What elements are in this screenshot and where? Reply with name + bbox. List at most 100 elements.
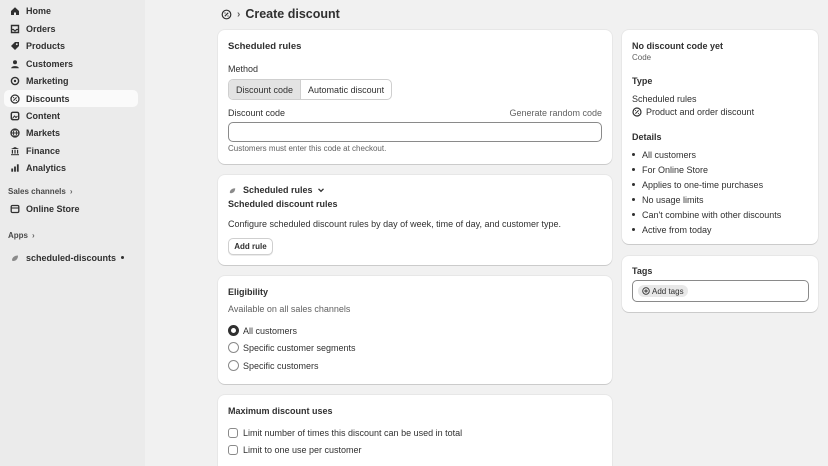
bullet-icon (632, 228, 635, 231)
page-title: Create discount (245, 7, 340, 21)
home-icon (10, 6, 20, 16)
sales-channels-label: Sales channels (8, 187, 66, 196)
orders-icon (10, 24, 20, 34)
page-title-bar: › Create discount (221, 6, 340, 22)
method-option-discount-code[interactable]: Discount code (229, 80, 302, 99)
app-block-description: Configure scheduled discount rules by da… (228, 219, 562, 229)
sidebar-item-content[interactable]: Content (4, 107, 138, 124)
sidebar-item-markets[interactable]: Markets (4, 124, 138, 141)
discounts-icon[interactable] (221, 9, 232, 20)
summary-card: No discount code yet Code Type Scheduled… (622, 30, 818, 244)
summary-code-sub: Code (632, 53, 652, 62)
sidebar-item-finance[interactable]: Finance (4, 142, 138, 159)
sidebar-item-label: Content (26, 110, 60, 121)
max-uses-title: Maximum discount uses (228, 406, 333, 416)
method-card: Scheduled rules Method Discount code Aut… (218, 30, 612, 164)
summary-detail-item: For Online Store (642, 165, 709, 175)
sidebar: Home Orders Products Customers Marketing… (0, 0, 145, 466)
sidebar-item-label: scheduled-discounts (26, 252, 117, 263)
sidebar-item-discounts[interactable]: Discounts (4, 90, 138, 107)
summary-detail-item: No usage limits (642, 195, 704, 205)
sidebar-item-marketing[interactable]: Marketing (4, 72, 138, 89)
tags-input[interactable]: Add tags (632, 280, 809, 302)
discount-code-helper: Customers must enter this code at checko… (228, 144, 387, 153)
sales-channels-header[interactable]: Sales channels › (8, 187, 72, 196)
checkbox-one-per-customer[interactable] (228, 445, 238, 455)
sidebar-item-label: Markets (26, 127, 61, 138)
discount-code-input[interactable] (228, 122, 602, 142)
eligibility-card: Eligibility Available on all sales chann… (218, 276, 612, 384)
add-rule-button[interactable]: Add rule (228, 238, 273, 255)
discounts-icon (10, 93, 20, 104)
app-icon (10, 253, 20, 263)
content-icon (10, 111, 20, 121)
method-segmented-control: Discount code Automatic discount (228, 79, 393, 100)
customers-icon (10, 59, 20, 69)
discounts-icon (632, 107, 642, 117)
sidebar-item-label: Orders (26, 23, 56, 34)
chevron-right-icon: › (32, 231, 35, 240)
radio-specific-customers[interactable] (228, 360, 239, 371)
discount-code-label: Discount code (228, 108, 286, 118)
checkbox-label: Limit number of times this discount can … (243, 428, 463, 438)
sidebar-item-app[interactable]: scheduled-discounts (4, 249, 138, 266)
add-tags-button[interactable]: Add tags (638, 285, 688, 297)
summary-detail-item: All customers (642, 150, 697, 160)
card-title: Scheduled rules (228, 41, 302, 52)
max-uses-card: Maximum discount uses Limit number of ti… (218, 395, 612, 466)
summary-detail-item: Can't combine with other discounts (642, 210, 782, 220)
sidebar-item-analytics[interactable]: Analytics (4, 159, 138, 176)
sidebar-item-label: Marketing (26, 75, 69, 86)
app-block-title: Scheduled discount rules (228, 199, 338, 209)
sidebar-item-label: Finance (26, 145, 61, 156)
sidebar-item-online-store[interactable]: Online Store (4, 200, 138, 217)
finance-icon (10, 146, 20, 156)
sidebar-item-customers[interactable]: Customers (4, 55, 138, 72)
chevron-down-icon (317, 188, 324, 193)
summary-type-detail: Product and order discount (646, 107, 755, 117)
summary-detail-item: Active from today (642, 225, 712, 235)
sidebar-item-label: Discounts (26, 93, 70, 104)
sidebar-item-label: Home (26, 5, 52, 16)
more-actions-icon[interactable] (121, 256, 124, 259)
sidebar-item-products[interactable]: Products (4, 37, 138, 54)
bullet-icon (632, 213, 635, 216)
bullet-icon (632, 198, 635, 201)
bullet-icon (632, 153, 635, 156)
sidebar-item-label: Customers (26, 58, 74, 69)
sidebar-item-home[interactable]: Home (4, 2, 138, 19)
apps-label: Apps (8, 231, 28, 240)
app-block-dropdown-label: Scheduled rules (243, 185, 313, 195)
sidebar-item-label: Products (26, 40, 66, 51)
radio-specific-segments[interactable] (228, 342, 239, 353)
sidebar-item-label: Analytics (26, 162, 67, 173)
eligibility-title: Eligibility (228, 287, 269, 297)
add-tags-label: Add tags (652, 286, 684, 296)
radio-label: All customers (243, 326, 298, 336)
summary-type-name: Scheduled rules (632, 94, 697, 104)
generate-random-code-link[interactable]: Generate random code (509, 108, 602, 118)
eligibility-subtitle: Available on all sales channels (228, 304, 351, 314)
app-icon (229, 187, 236, 193)
tags-card: Tags Add tags (622, 256, 818, 312)
summary-detail-item: Applies to one-time purchases (642, 180, 764, 190)
checkbox-limit-total[interactable] (228, 428, 238, 438)
method-label: Method (228, 64, 259, 74)
summary-code-title: No discount code yet (632, 41, 724, 51)
app-block-card: Scheduled rules Scheduled discount rules… (218, 175, 612, 265)
bullet-icon (632, 168, 635, 171)
plus-circle-icon (642, 287, 650, 295)
chevron-right-icon: › (69, 187, 73, 196)
breadcrumb-separator-icon: › (237, 8, 241, 20)
summary-type-title: Type (632, 76, 653, 86)
radio-label: Specific customer segments (243, 343, 356, 353)
apps-header[interactable]: Apps › (8, 231, 35, 240)
checkbox-label: Limit to one use per customer (243, 445, 362, 455)
tags-title: Tags (632, 266, 653, 276)
sidebar-item-orders[interactable]: Orders (4, 20, 138, 37)
app-block-dropdown[interactable]: Scheduled rules (228, 185, 325, 195)
radio-all-customers[interactable] (228, 325, 239, 336)
markets-icon (10, 127, 20, 138)
products-icon (10, 41, 20, 51)
method-option-automatic-discount[interactable]: Automatic discount (301, 80, 391, 99)
